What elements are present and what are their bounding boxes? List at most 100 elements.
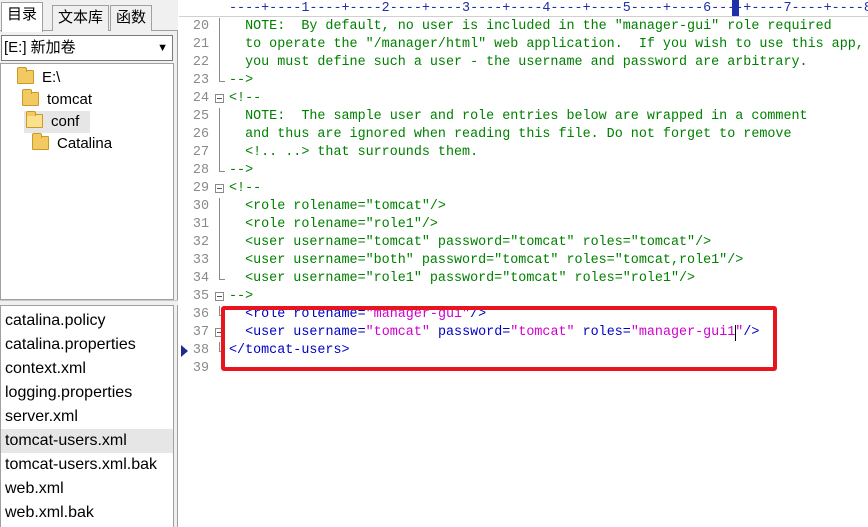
code-line[interactable]: to operate the "/manager/html" web appli… <box>229 36 864 54</box>
code-token: <!-- <box>229 181 262 196</box>
fold-guide-end <box>219 81 225 82</box>
code-token: "manager-gui1" <box>630 325 744 340</box>
line-number: 21 <box>192 37 209 52</box>
folder-open-icon <box>26 111 43 128</box>
fold-guide-end <box>219 171 225 172</box>
code-line[interactable]: NOTE: The sample user and role entries b… <box>229 108 808 126</box>
code-line[interactable]: </tomcat-users> <box>229 342 350 360</box>
line-number: 34 <box>192 271 209 286</box>
tree-node-catalina[interactable]: Catalina <box>32 133 112 155</box>
code-token: <role <box>229 307 294 322</box>
folder-icon <box>22 89 39 106</box>
file-item[interactable]: catalina.policy <box>1 309 173 333</box>
tree-node-drive-e[interactable]: E:\ <box>17 67 60 89</box>
code-token: /> <box>743 325 760 340</box>
code-line[interactable]: <role rolename="tomcat"/> <box>229 198 446 216</box>
code-token: <user username="tomcat" password="tomcat… <box>229 235 712 250</box>
file-item[interactable]: web.xml.bak <box>1 501 173 525</box>
line-number: 22 <box>192 55 209 70</box>
tab-text-library[interactable]: 文本库 <box>52 5 110 31</box>
code-line[interactable]: NOTE: By default, no user is included in… <box>229 18 832 36</box>
tree-node-tomcat[interactable]: tomcat <box>22 89 92 111</box>
fold-guide-line <box>219 342 220 351</box>
fold-toggle-icon[interactable] <box>215 94 224 103</box>
code-token: "tomcat" <box>510 325 575 340</box>
line-number: 33 <box>192 253 209 268</box>
code-token: "manager-gui" <box>365 307 471 322</box>
fold-toggle-icon[interactable] <box>215 328 224 337</box>
fold-guide-line <box>219 198 220 279</box>
line-number: 25 <box>192 109 209 124</box>
code-line[interactable]: and thus are ignored when reading this f… <box>229 126 792 144</box>
drive-select[interactable]: [E:] 新加卷 ▼ <box>1 35 173 61</box>
text-caret <box>735 325 737 341</box>
code-token: "tomcat" <box>365 325 430 340</box>
code-line[interactable]: --> <box>229 288 253 306</box>
code-token: --> <box>229 73 254 88</box>
code-line[interactable]: --> <box>229 162 253 180</box>
code-line[interactable]: --> <box>229 72 253 90</box>
fold-guide-line <box>219 108 220 171</box>
fold-toggle-icon[interactable] <box>215 292 224 301</box>
folder-icon <box>32 133 49 150</box>
code-token: and thus are ignored when reading this f… <box>229 127 792 142</box>
fold-guide-line <box>219 306 220 315</box>
folder-icon <box>17 67 34 84</box>
chevron-down-icon[interactable]: ▼ <box>157 36 168 60</box>
file-item[interactable]: logging.properties <box>1 381 173 405</box>
line-number: 23 <box>192 73 209 88</box>
file-item[interactable]: context.xml <box>1 357 173 381</box>
code-editor[interactable]: ----+----1----+----2----+----3----+----4… <box>179 0 868 527</box>
line-number: 31 <box>192 217 209 232</box>
file-item[interactable]: catalina.properties <box>1 333 173 357</box>
code-token: password= <box>429 325 511 340</box>
code-token: NOTE: By default, no user is included in… <box>229 19 832 34</box>
tab-functions[interactable]: 函数 <box>110 5 153 31</box>
code-line[interactable]: <user username="role1" password="tomcat"… <box>229 270 695 288</box>
tab-directory[interactable]: 目录 <box>1 2 44 32</box>
code-line[interactable]: <user username="tomcat" password="tomcat… <box>229 234 711 252</box>
fold-guide-end <box>219 315 225 316</box>
code-token: <user username="both" password="tomcat" … <box>229 253 744 268</box>
code-token: --> <box>229 289 254 304</box>
drive-select-value: [E:] 新加卷 <box>4 39 76 56</box>
tree-node-conf[interactable]: conf <box>24 111 90 133</box>
tree-node-label: tomcat <box>47 91 93 108</box>
tree-node-label: Catalina <box>57 135 113 152</box>
panel-tabs: 目录 文本库 函数 <box>0 0 178 32</box>
fold-guide-end <box>219 351 225 352</box>
code-line[interactable]: you must define such a user - the userna… <box>229 54 808 72</box>
code-line[interactable]: <user username="tomcat" password="tomcat… <box>229 324 759 342</box>
line-number: 29 <box>192 181 209 196</box>
code-token: rolename= <box>293 307 366 322</box>
file-item-selected[interactable]: tomcat-users.xml <box>1 429 173 453</box>
file-browser-panel: 目录 文本库 函数 [E:] 新加卷 ▼ E:\ tomcat conf Cat… <box>0 0 178 527</box>
line-number: 32 <box>192 235 209 250</box>
line-number: 28 <box>192 163 209 178</box>
code-token: <user <box>229 325 294 340</box>
file-list: catalina.policy catalina.properties cont… <box>0 305 174 527</box>
fold-toggle-icon[interactable] <box>215 184 224 193</box>
line-number: 30 <box>192 199 209 214</box>
file-item[interactable]: tomcat-users.xml.bak <box>1 453 173 477</box>
code-token: <!.. ..> that surrounds them. <box>229 145 479 160</box>
file-item[interactable]: web.xml <box>1 477 173 501</box>
line-number-gutter: 20 21 22 23 24 25 26 27 28 29 30 31 32 33 34 35 36 37 38 39 <box>179 18 225 527</box>
code-line[interactable]: <role rolename="role1"/> <box>229 216 438 234</box>
line-number: 26 <box>192 127 209 142</box>
code-token: <role rolename="tomcat"/> <box>229 199 446 214</box>
code-line[interactable]: <!.. ..> that surrounds them. <box>229 144 478 162</box>
line-number: 27 <box>192 145 209 160</box>
fold-guide-end <box>219 279 225 280</box>
code-line[interactable]: <role rolename="manager-gui"/> <box>229 306 486 324</box>
line-number: 38 <box>192 343 209 358</box>
code-token: --> <box>229 163 254 178</box>
code-line[interactable]: <user username="both" password="tomcat" … <box>229 252 743 270</box>
line-number: 39 <box>192 361 209 376</box>
code-line[interactable]: <!-- <box>229 180 261 198</box>
code-line[interactable]: <!-- <box>229 90 261 108</box>
code-token: </tomcat-users> <box>229 343 350 358</box>
fold-guide-line <box>219 18 220 81</box>
column-ruler: ----+----1----+----2----+----3----+----4… <box>179 0 868 17</box>
file-item[interactable]: server.xml <box>1 405 173 429</box>
